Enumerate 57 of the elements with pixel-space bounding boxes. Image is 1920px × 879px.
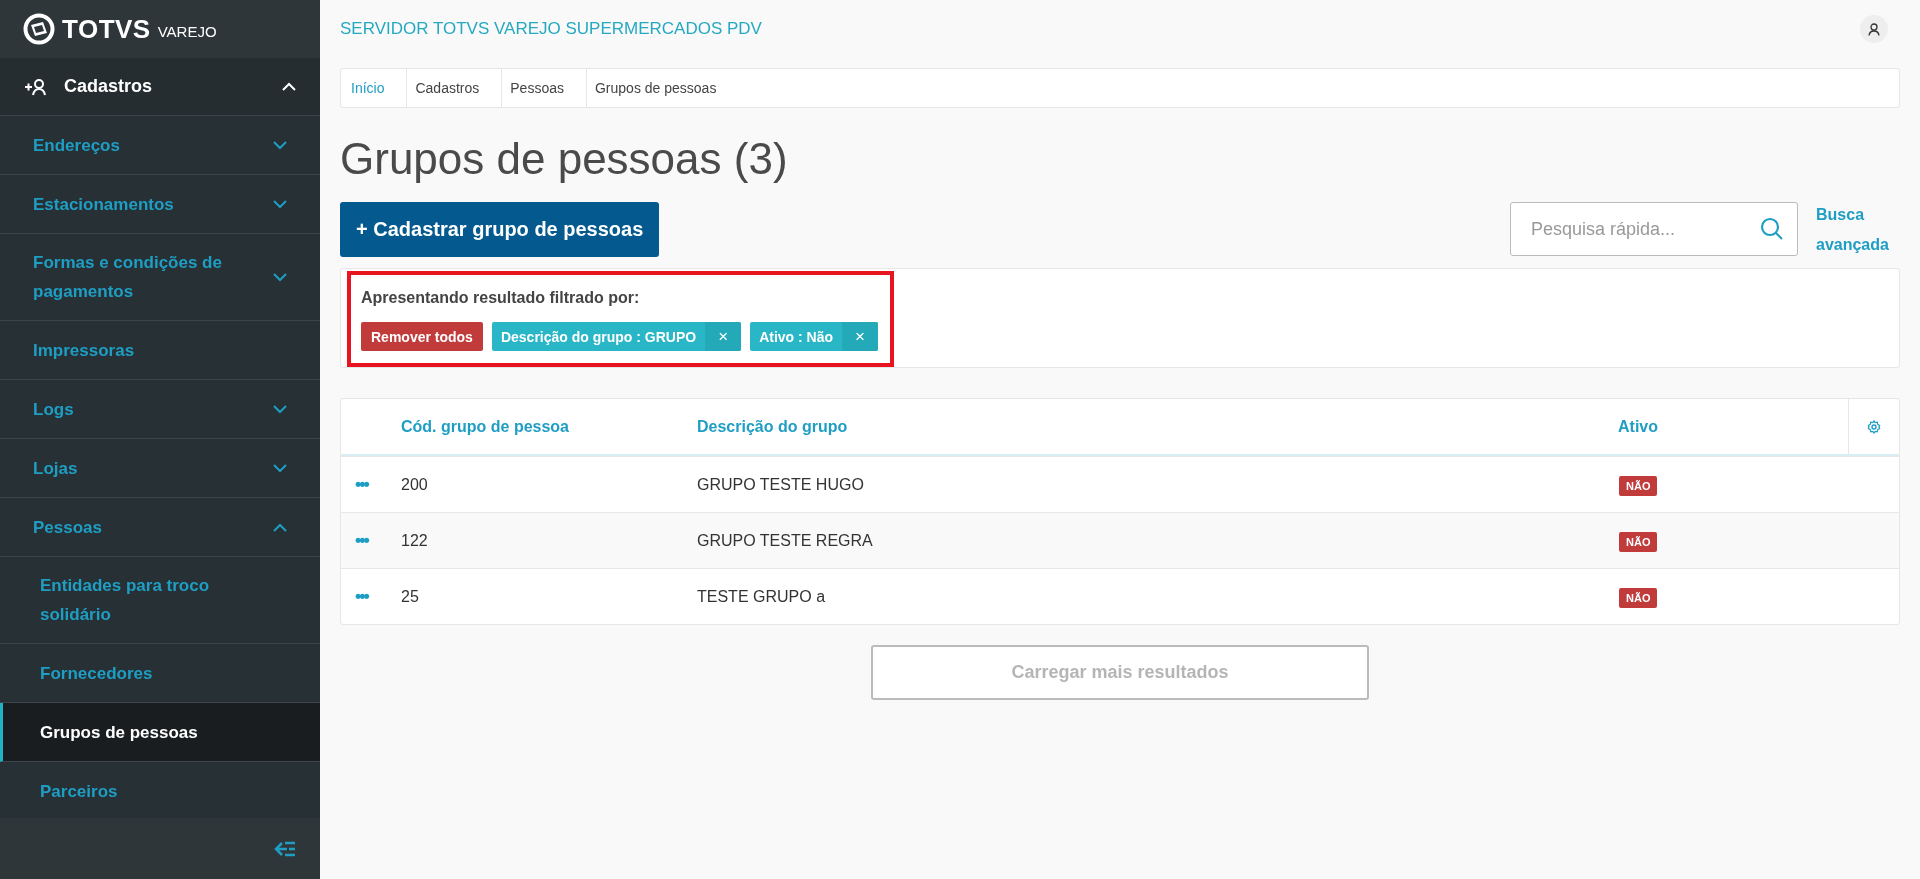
breadcrumb-item: Grupos de pessoas	[595, 79, 718, 98]
menu-item[interactable]: Estacionamentos	[0, 175, 320, 234]
breadcrumb-item: Pessoas	[510, 69, 587, 107]
menu-item[interactable]: Logs	[0, 380, 320, 439]
submenu-item[interactable]: Grupos de pessoas	[0, 703, 320, 762]
filter-tag-label: Descrição do grupo : GRUPO	[499, 328, 698, 345]
table-cell-text: 200	[401, 475, 429, 494]
status-badge: NÃO	[1619, 475, 1658, 496]
submenu-item[interactable]: Entidades para troco solidário	[0, 557, 320, 644]
remove-filter-button[interactable]: ×	[842, 322, 879, 351]
search-field[interactable]: Pesquisa rápida...	[1510, 202, 1798, 256]
row-actions-button[interactable]: •••	[355, 586, 368, 606]
filter-tag-label: Ativo : Não	[758, 328, 835, 345]
chevron-icon	[273, 522, 287, 532]
column-header[interactable]: Cód. grupo de pessoa	[401, 417, 697, 436]
breadcrumb-item: Cadastros	[415, 69, 503, 107]
menu-item[interactable]: Formas e condições de pagamentos	[0, 234, 320, 321]
table-cell-text: GRUPO TESTE REGRA	[697, 531, 874, 550]
user-icon	[1868, 22, 1880, 36]
table-cell-text: 122	[401, 531, 429, 550]
create-group-button[interactable]: + Cadastrar grupo de pessoas	[340, 202, 660, 257]
chevron-icon	[273, 463, 287, 473]
collapse-menu-icon[interactable]	[274, 840, 296, 857]
row-actions-button[interactable]: •••	[355, 530, 368, 550]
chevron-icon	[273, 404, 287, 414]
server-title: SERVIDOR TOTVS VAREJO SUPERMERCADOS PDV	[340, 19, 762, 39]
menu-item[interactable]: Lojas	[0, 439, 320, 498]
remove-filter-button[interactable]: ×	[705, 322, 742, 351]
filter-heading: Apresentando resultado filtrado por:	[361, 289, 641, 307]
chevron-icon	[273, 199, 287, 209]
status-badge: NÃO	[1619, 531, 1658, 552]
menu-item[interactable]: Impressoras	[0, 321, 320, 380]
menu-item[interactable]: Endereços	[0, 116, 320, 175]
page-title: Grupos de pessoas (3)	[340, 133, 789, 185]
row-actions-button[interactable]: •••	[355, 474, 368, 494]
status-badge: NÃO	[1619, 587, 1658, 608]
settings-icon[interactable]	[1867, 419, 1881, 434]
column-header[interactable]: Descrição do grupo	[697, 417, 1618, 436]
chevron-icon	[282, 82, 296, 91]
user-avatar-button[interactable]	[1860, 15, 1888, 43]
table-cell-text: 25	[401, 587, 420, 606]
remove-all-button[interactable]: Remover todos	[361, 322, 483, 351]
breadcrumb-link[interactable]: Início	[351, 69, 408, 107]
logo-product: VAREJO	[157, 22, 217, 40]
logo-brand: TOTVS	[62, 13, 151, 45]
column-header[interactable]: Ativo	[1618, 417, 1848, 436]
menu-section[interactable]: Cadastros	[0, 58, 320, 116]
chevron-icon	[273, 272, 287, 282]
table-cell-text: TESTE GRUPO a	[697, 587, 827, 606]
add-user-icon	[24, 77, 48, 96]
advanced-search-link[interactable]: Busca avançada	[1816, 200, 1900, 260]
menu-section-label: Cadastros	[64, 76, 154, 97]
chevron-icon	[273, 140, 287, 150]
menu-item[interactable]: Pessoas	[0, 498, 320, 557]
logo-icon	[23, 13, 55, 45]
table-cell-text: GRUPO TESTE HUGO	[697, 475, 865, 494]
search-icon	[1760, 217, 1784, 241]
